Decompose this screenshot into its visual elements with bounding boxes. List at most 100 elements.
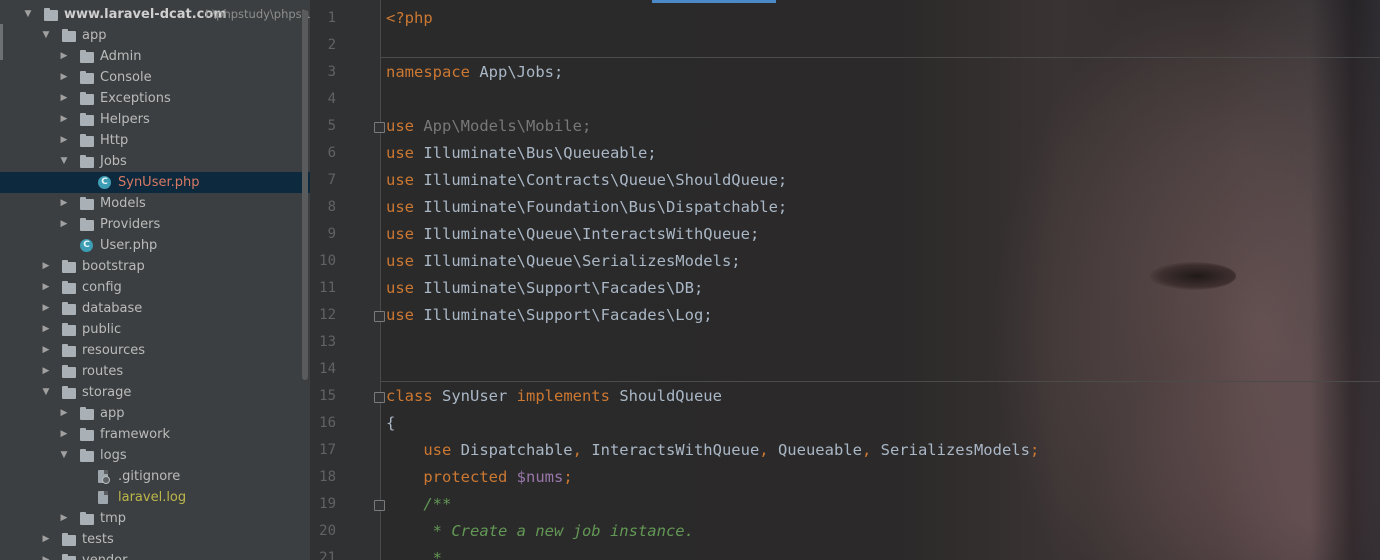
code-token: { — [386, 414, 396, 432]
tree-file-item[interactable]: C User.php — [0, 235, 310, 256]
tree-folder-item[interactable]: ▶ Helpers — [0, 109, 310, 130]
tree-folder-item[interactable]: ▶ framework — [0, 424, 310, 445]
collapse-arrow-icon[interactable]: ▼ — [40, 25, 52, 46]
project-path: I:\phpstudy\phpstudy_ — [205, 7, 310, 21]
code-line[interactable]: * Create a new job instance. — [386, 518, 694, 545]
expand-arrow-icon[interactable]: ▶ — [40, 529, 52, 550]
tree-file-item[interactable]: C SynUser.php — [0, 172, 310, 193]
code-line[interactable]: use Dispatchable, InteractsWithQueue, Qu… — [386, 437, 1039, 464]
code-editor[interactable]: 1 2 3 4 5 6 7 8 9 10 11 12 13 14 15 16 17 18 19 20 21 <?php n… — [310, 0, 1380, 560]
tree-item-label: bootstrap — [82, 259, 145, 274]
code-line[interactable]: use Illuminate\Bus\Queueable; — [386, 140, 657, 167]
expand-arrow-icon[interactable]: ▶ — [58, 193, 70, 214]
method-separator — [380, 57, 1380, 58]
tree-item-label: tests — [82, 532, 114, 547]
code-token: use — [386, 198, 424, 216]
line-number: 7 — [327, 172, 336, 188]
tree-folder-item[interactable]: ▼ app — [0, 25, 310, 46]
fold-marker-icon[interactable] — [374, 392, 385, 403]
expand-arrow-icon[interactable]: ▶ — [40, 550, 52, 560]
code-line[interactable]: /** — [386, 491, 451, 518]
tree-folder-item[interactable]: ▶ config — [0, 277, 310, 298]
tree-item-label: config — [82, 280, 122, 295]
tree-scrollbar[interactable] — [302, 10, 308, 380]
expand-arrow-icon[interactable]: ▶ — [58, 424, 70, 445]
tree-folder-item[interactable]: ▼ Jobs — [0, 151, 310, 172]
code-token: Queueable — [777, 441, 862, 459]
tree-folder-item[interactable]: ▼ storage — [0, 382, 310, 403]
ide-window: ▼ www.laravel-dcat.comI:\phpstudy\phpstud… — [0, 0, 1380, 560]
expand-arrow-icon[interactable]: ▶ — [40, 319, 52, 340]
tree-folder-item[interactable]: ▶ Models — [0, 193, 310, 214]
collapse-arrow-icon[interactable]: ▼ — [58, 445, 70, 466]
tree-folder-item[interactable]: ▶ Http — [0, 130, 310, 151]
collapse-arrow-icon[interactable]: ▼ — [58, 151, 70, 172]
folder-icon — [80, 92, 94, 105]
code-line[interactable]: use Illuminate\Support\Facades\Log; — [386, 302, 713, 329]
code-line[interactable]: * — [386, 545, 442, 560]
expand-arrow-icon[interactable]: ▶ — [58, 130, 70, 151]
line-number-gutter: 1 2 3 4 5 6 7 8 9 10 11 12 13 14 15 16 17 18 19 20 21 — [310, 0, 385, 560]
method-separator — [380, 381, 1380, 382]
expand-arrow-icon[interactable]: ▶ — [58, 508, 70, 529]
code-line[interactable]: use Illuminate\Queue\SerializesModels; — [386, 248, 741, 275]
code-line[interactable]: class SynUser implements ShouldQueue — [386, 383, 722, 410]
code-line[interactable]: <?php — [386, 5, 433, 32]
code-token: use — [386, 279, 424, 297]
tree-folder-item[interactable]: ▶ vendor — [0, 550, 310, 560]
code-line[interactable]: use Illuminate\Foundation\Bus\Dispatchab… — [386, 194, 787, 221]
code-line[interactable]: use App\Models\Mobile; — [386, 113, 591, 140]
line-number: 2 — [327, 37, 336, 53]
code-token: Illuminate\Support\Facades\Log; — [423, 306, 713, 324]
tree-folder-item[interactable]: ▶ public — [0, 319, 310, 340]
expand-arrow-icon[interactable]: ▶ — [40, 256, 52, 277]
tree-folder-item[interactable]: ▶ routes — [0, 361, 310, 382]
tree-folder-item[interactable]: ▶ bootstrap — [0, 256, 310, 277]
tree-item-label: www.laravel-dcat.com — [64, 7, 227, 22]
tree-folder-item[interactable]: ▶ Providers — [0, 214, 310, 235]
collapse-arrow-icon[interactable]: ▼ — [22, 4, 34, 25]
expand-arrow-icon[interactable]: ▶ — [58, 214, 70, 235]
expand-arrow-icon[interactable]: ▶ — [40, 298, 52, 319]
tree-file-item[interactable]: laravel.log — [0, 487, 310, 508]
tree-folder-item[interactable]: ▶ tmp — [0, 508, 310, 529]
code-line[interactable]: use Illuminate\Contracts\Queue\ShouldQue… — [386, 167, 787, 194]
fold-marker-icon[interactable] — [374, 500, 385, 511]
tree-folder-item[interactable]: ▶ tests — [0, 529, 310, 550]
tree-folder-item[interactable]: ▶ resources — [0, 340, 310, 361]
folder-icon — [62, 533, 76, 546]
tree-folder-item[interactable]: ▶ Exceptions — [0, 88, 310, 109]
expand-arrow-icon[interactable]: ▶ — [58, 46, 70, 67]
expand-arrow-icon[interactable]: ▶ — [40, 361, 52, 382]
expand-arrow-icon[interactable]: ▶ — [40, 340, 52, 361]
tree-folder-item[interactable]: ▼ logs — [0, 445, 310, 466]
fold-marker-icon[interactable] — [374, 311, 385, 322]
expand-arrow-icon[interactable]: ▶ — [58, 109, 70, 130]
code-token: Illuminate\Queue\InteractsWithQueue; — [423, 225, 760, 243]
code-line[interactable]: use Illuminate\Queue\InteractsWithQueue; — [386, 221, 759, 248]
expand-arrow-icon[interactable]: ▶ — [40, 277, 52, 298]
code-line[interactable]: namespace App\Jobs; — [386, 59, 563, 86]
tree-item-label: tmp — [100, 511, 127, 526]
tree-folder-item[interactable]: ▶ Console — [0, 67, 310, 88]
fold-marker-icon[interactable] — [374, 122, 385, 133]
code-token: , — [572, 441, 592, 459]
tree-folder-item[interactable]: ▶ app — [0, 403, 310, 424]
folder-icon — [80, 134, 94, 147]
tree-folder-item[interactable]: ▶ database — [0, 298, 310, 319]
code-token: use — [386, 144, 424, 162]
folder-icon — [62, 281, 76, 294]
expand-arrow-icon[interactable]: ▶ — [58, 88, 70, 109]
code-line[interactable]: protected $nums; — [386, 464, 572, 491]
expand-arrow-icon[interactable]: ▶ — [58, 403, 70, 424]
line-number: 15 — [319, 388, 336, 404]
expand-arrow-icon[interactable]: ▶ — [58, 67, 70, 88]
tree-folder-item[interactable]: ▶ Admin — [0, 46, 310, 67]
code-line[interactable]: use Illuminate\Support\Facades\DB; — [386, 275, 703, 302]
tree-file-item[interactable]: .gitignore — [0, 466, 310, 487]
folder-icon — [80, 407, 94, 420]
tree-folder-item[interactable]: ▼ www.laravel-dcat.comI:\phpstudy\phpstud… — [0, 4, 310, 25]
code-line[interactable]: { — [386, 410, 395, 437]
collapse-arrow-icon[interactable]: ▼ — [40, 382, 52, 403]
folder-icon — [62, 323, 76, 336]
